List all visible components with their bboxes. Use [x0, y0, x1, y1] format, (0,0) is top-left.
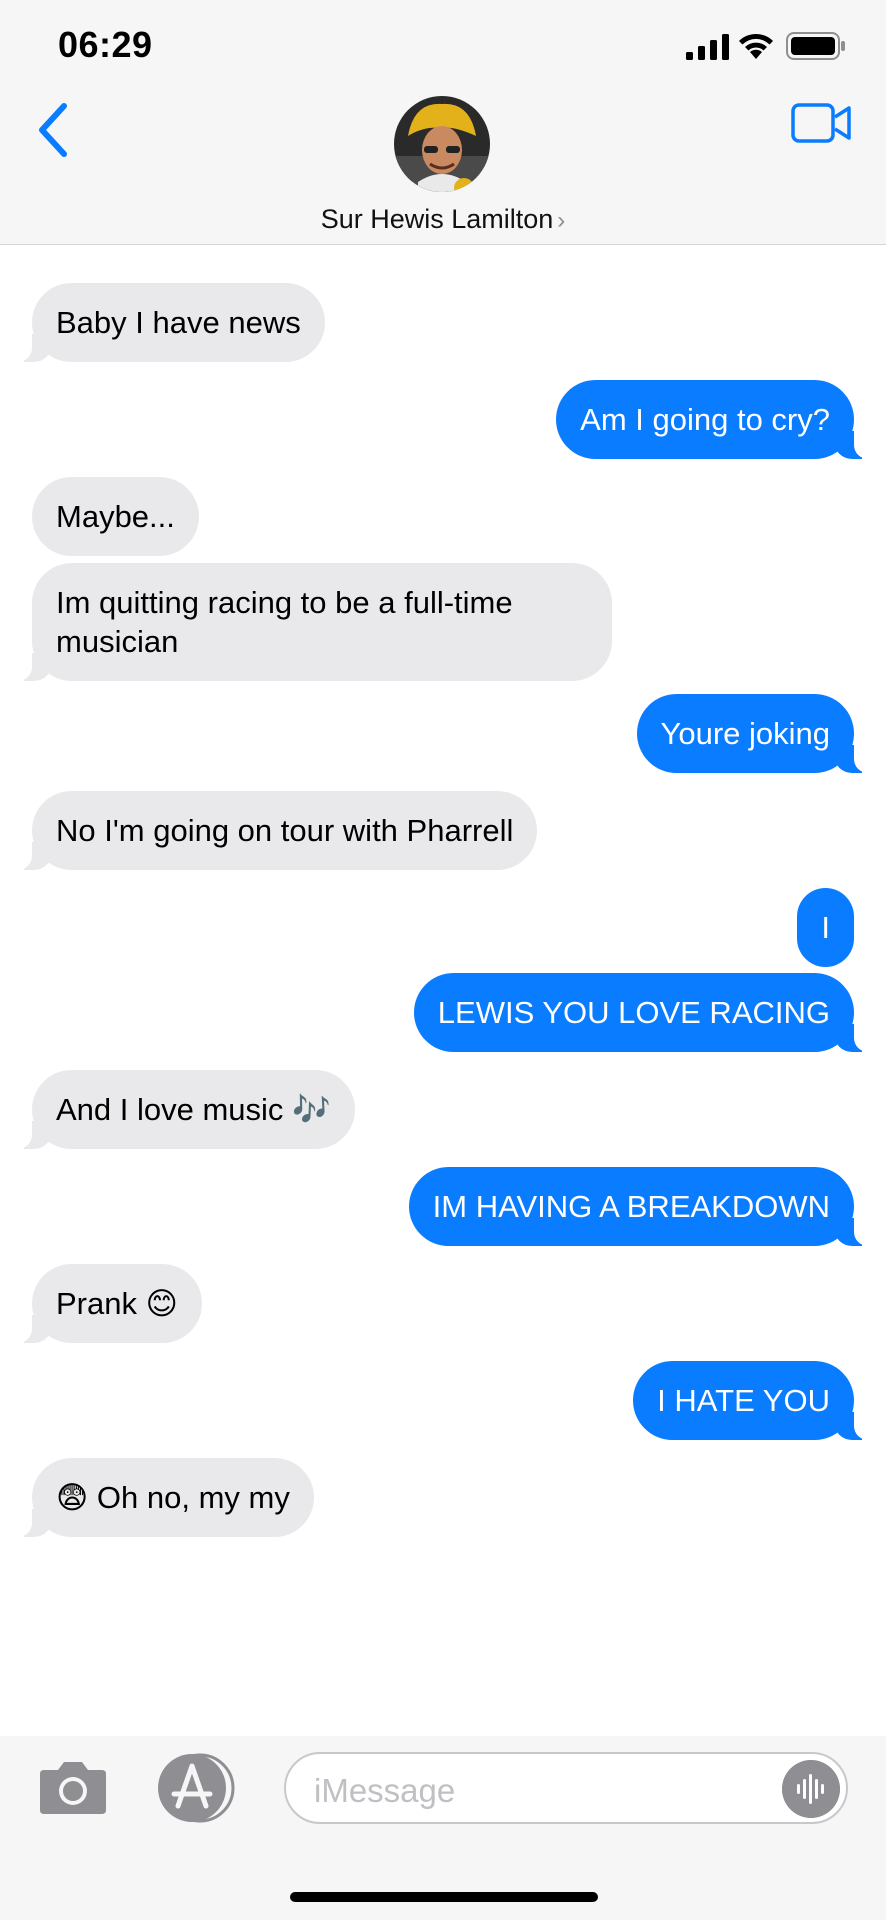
- message-text: I: [821, 910, 830, 945]
- message-text: Am I going to cry?: [580, 402, 830, 437]
- cellular-signal-icon: [686, 34, 729, 60]
- message-text: Im quitting racing to be a full-time mus…: [56, 585, 513, 659]
- status-bar: 06:29: [0, 0, 886, 90]
- message-bubble-sent[interactable]: Am I going to cry?: [556, 380, 876, 459]
- message-text: LEWIS YOU LOVE RACING: [437, 995, 830, 1030]
- wifi-icon: [739, 33, 773, 59]
- message-bubble-sent[interactable]: LEWIS YOU LOVE RACING: [413, 973, 877, 1052]
- message-bubble-sent[interactable]: Youre joking: [636, 694, 876, 773]
- video-camera-icon[interactable]: [790, 100, 852, 146]
- message-text: 😨 Oh no, my my: [56, 1480, 290, 1515]
- message-input[interactable]: iMessage: [284, 1752, 848, 1824]
- chevron-right-icon: ›: [557, 207, 566, 234]
- back-chevron-icon[interactable]: [30, 100, 76, 160]
- message-thread: Baby I have news Am I going to cry? Mayb…: [0, 245, 886, 1735]
- message-text: Baby I have news: [56, 305, 301, 340]
- message-text: No I'm going on tour with Pharrell: [56, 813, 514, 848]
- status-time: 06:29: [58, 24, 153, 65]
- message-bubble-received[interactable]: Maybe...: [32, 477, 199, 556]
- message-bubble-sent[interactable]: I HATE YOU: [633, 1361, 876, 1440]
- message-text: And I love music 🎶: [56, 1092, 331, 1127]
- contact-name-label: Sur Hewis Lamilton: [320, 204, 554, 234]
- home-indicator[interactable]: [290, 1892, 598, 1902]
- message-bubble-received[interactable]: Prank 😊: [10, 1264, 202, 1343]
- app-store-icon[interactable]: [154, 1752, 238, 1824]
- message-bubble-received[interactable]: No I'm going on tour with Pharrell: [9, 791, 538, 870]
- message-bubble-received[interactable]: Baby I have news: [10, 283, 325, 362]
- message-bubble-received[interactable]: Im quitting racing to be a full-time mus…: [10, 563, 612, 681]
- message-input-placeholder: iMessage: [314, 1772, 456, 1809]
- message-text: Maybe...: [56, 499, 175, 534]
- audio-waveform-icon[interactable]: [782, 1760, 840, 1818]
- message-bubble-received[interactable]: 😨 Oh no, my my: [10, 1458, 314, 1537]
- message-bubble-sent[interactable]: IM HAVING A BREAKDOWN: [408, 1167, 877, 1246]
- camera-icon[interactable]: [36, 1760, 110, 1816]
- contact-avatar[interactable]: [394, 96, 490, 192]
- battery-icon: [786, 32, 845, 60]
- message-text: Prank 😊: [56, 1286, 178, 1321]
- message-text: I HATE YOU: [657, 1383, 830, 1418]
- message-text: Youre joking: [660, 716, 831, 751]
- message-bubble-received[interactable]: And I love music 🎶: [10, 1070, 355, 1149]
- message-bubble-sent[interactable]: I: [797, 888, 854, 967]
- message-text: IM HAVING A BREAKDOWN: [432, 1189, 830, 1224]
- contact-name[interactable]: Sur Hewis Lamilton ›: [0, 204, 886, 235]
